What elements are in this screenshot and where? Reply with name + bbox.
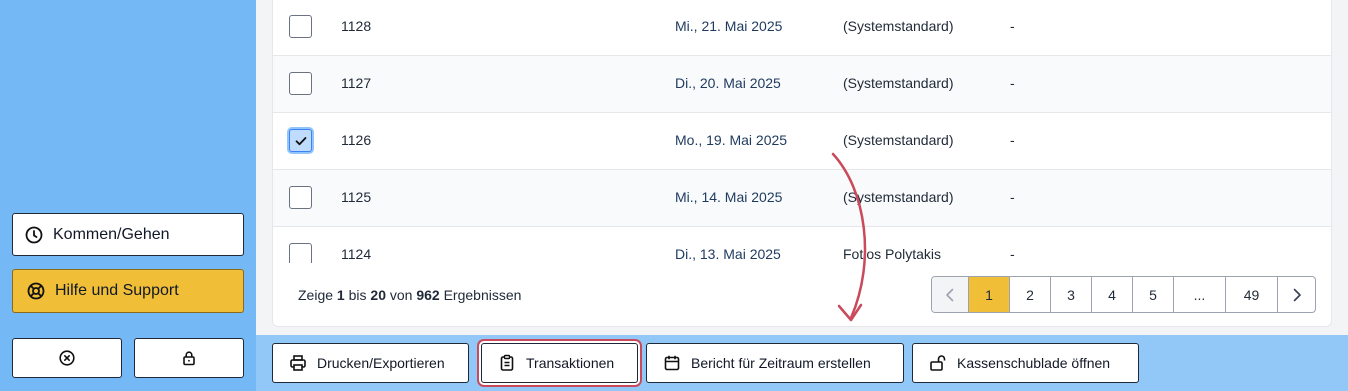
row-date: Di., 20. Mai 2025 [675,75,781,91]
results-table: 1128 Mi., 21. Mai 2025 (Systemstandard) … [273,0,1331,263]
row-checkbox[interactable] [289,15,312,38]
lock-icon [181,350,197,366]
results-card: 1128 Mi., 21. Mai 2025 (Systemstandard) … [272,0,1332,327]
row-note: - [1010,132,1015,148]
summary-suffix: Ergebnissen [443,287,522,303]
row-user: Fotios Polytakis [843,246,942,262]
row-date: Mi., 14. Mai 2025 [675,189,783,205]
page-button-1[interactable]: 1 [969,277,1010,312]
calendar-icon [663,354,681,372]
unlock-icon [929,354,947,372]
next-page-button[interactable] [1278,277,1315,312]
row-date: Mi., 21. Mai 2025 [675,18,783,34]
table-row[interactable]: 1125 Mi., 14. Mai 2025 (Systemstandard) … [273,170,1331,227]
bericht-button[interactable]: Bericht für Zeitraum erstellen [646,343,904,383]
table-row[interactable]: 1128 Mi., 21. Mai 2025 (Systemstandard) … [273,0,1331,56]
hilfe-support-button[interactable]: Hilfe und Support [12,269,244,313]
row-checkbox[interactable] [289,243,312,263]
page-button-2[interactable]: 2 [1010,277,1051,312]
sidebar: Kommen/Gehen Hilfe und Support [0,0,256,391]
clock-icon [25,226,43,244]
kassenschublade-label: Kassenschublade öffnen [957,355,1111,371]
row-note: - [1010,18,1015,34]
table-row[interactable]: 1127 Di., 20. Mai 2025 (Systemstandard) … [273,56,1331,113]
page-button-3[interactable]: 3 [1051,277,1092,312]
chevron-left-icon [946,288,954,301]
page-ellipsis: ... [1174,277,1226,312]
page-button-5[interactable]: 5 [1133,277,1174,312]
row-note: - [1010,75,1015,91]
clipboard-icon [498,354,516,372]
row-date: Di., 13. Mai 2025 [675,246,781,262]
kassenschublade-button[interactable]: Kassenschublade öffnen [912,343,1139,383]
close-circle-icon [59,350,75,366]
chevron-right-icon [1293,288,1301,301]
summary-prefix: Zeige [298,287,334,303]
kommen-gehen-button[interactable]: Kommen/Gehen [12,213,244,256]
pagination: 1 2 3 4 5 ... 49 [931,276,1316,313]
row-id: 1125 [341,189,372,205]
drucken-exportieren-label: Drucken/Exportieren [317,355,445,371]
bottom-toolbar: Drucken/Exportieren Transaktionen Berich… [256,335,1348,391]
results-summary: Zeige 1 bis 20 von 962 Ergebnissen [298,287,521,303]
checkmark-icon [295,136,306,145]
page-button-4[interactable]: 4 [1092,277,1133,312]
row-checkbox-checked[interactable] [289,129,312,152]
row-note: - [1010,189,1015,205]
lock-button[interactable] [134,338,244,378]
summary-mid1: bis [348,287,367,303]
table-row[interactable]: 1124 Di., 13. Mai 2025 Fotios Polytakis … [273,227,1331,263]
close-button[interactable] [12,338,122,378]
bericht-label: Bericht für Zeitraum erstellen [691,355,871,371]
row-checkbox[interactable] [289,72,312,95]
row-user: (Systemstandard) [843,75,954,91]
summary-mid2: von [389,287,413,303]
lifebuoy-icon [27,282,45,300]
printer-icon [289,354,307,372]
row-id: 1128 [341,18,372,34]
hilfe-support-label: Hilfe und Support [55,282,179,299]
table-row[interactable]: 1126 Mo., 19. Mai 2025 (Systemstandard) … [273,113,1331,170]
summary-total: 962 [416,287,440,303]
kommen-gehen-label: Kommen/Gehen [53,225,170,243]
row-user: (Systemstandard) [843,132,954,148]
prev-page-button[interactable] [932,277,969,312]
drucken-exportieren-button[interactable]: Drucken/Exportieren [272,343,469,383]
row-date: Mo., 19. Mai 2025 [675,132,788,148]
row-id: 1124 [341,246,372,262]
summary-to: 20 [370,287,386,303]
transaktionen-label: Transaktionen [526,355,615,371]
transaktionen-button[interactable]: Transaktionen [481,343,638,383]
row-note: - [1010,246,1015,262]
main-content: 1128 Mi., 21. Mai 2025 (Systemstandard) … [256,0,1348,391]
page-button-49[interactable]: 49 [1226,277,1278,312]
row-checkbox[interactable] [289,186,312,209]
summary-from: 1 [336,287,345,303]
row-id: 1126 [341,132,372,148]
row-id: 1127 [341,75,372,91]
row-user: (Systemstandard) [843,18,954,34]
row-user: (Systemstandard) [843,189,954,205]
